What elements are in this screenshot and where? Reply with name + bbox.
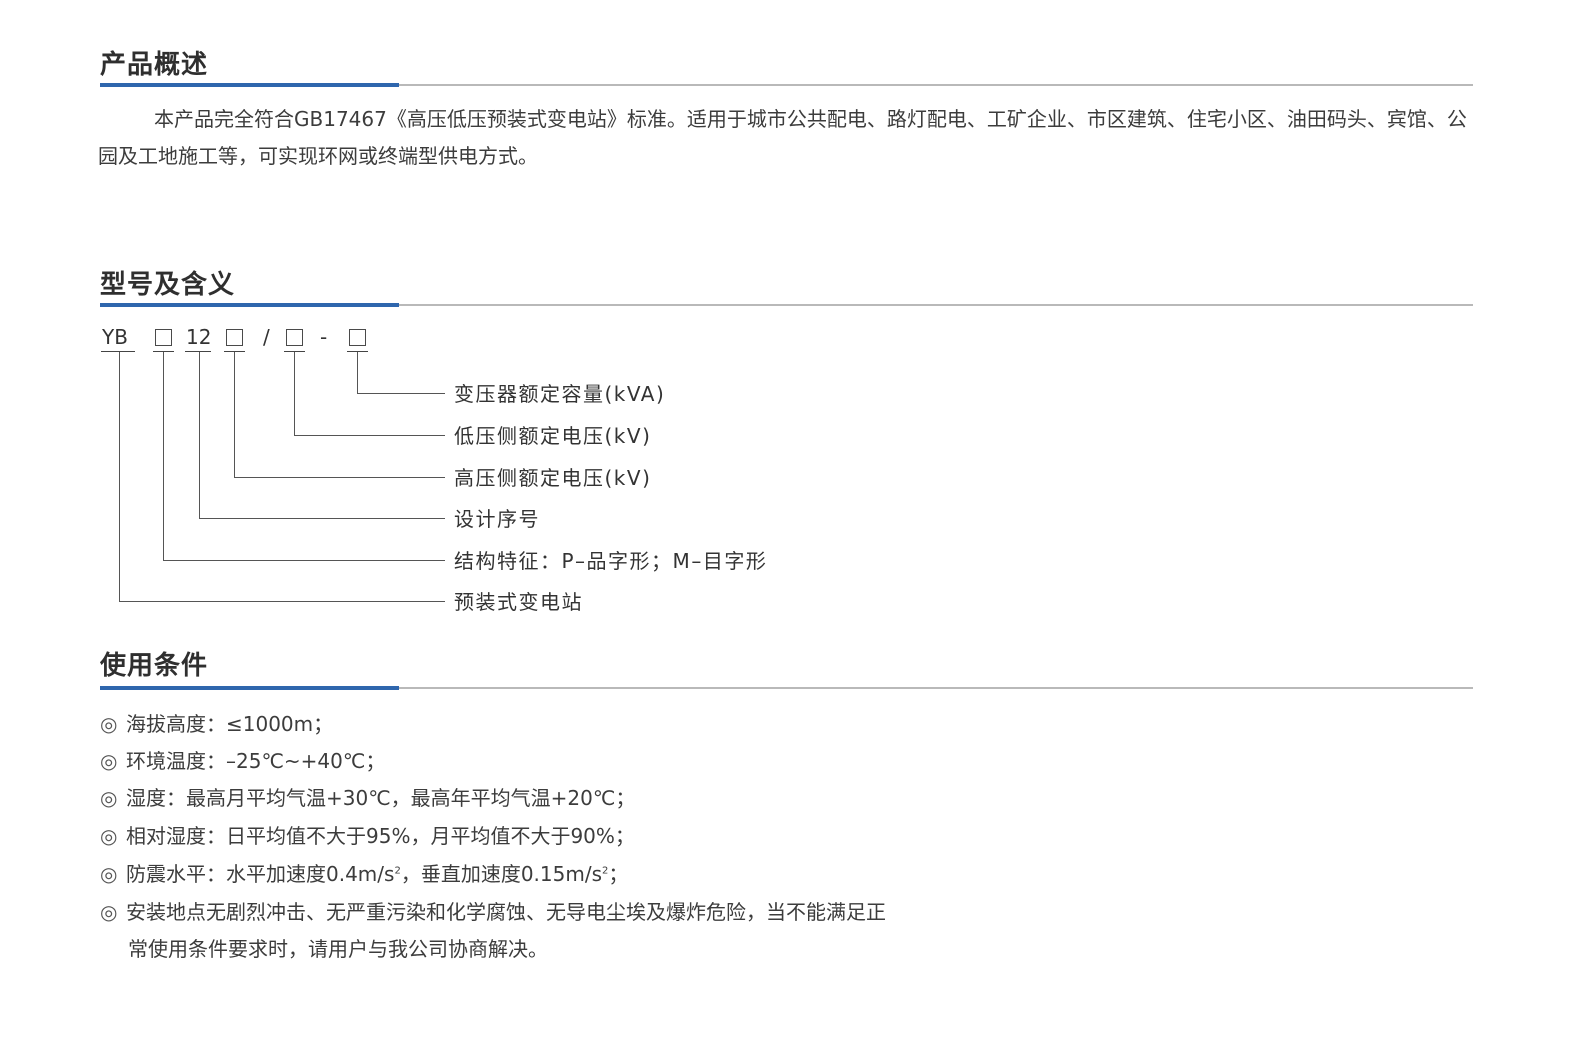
leader-line-number [199, 518, 445, 519]
condition-text: 环境温度：–25℃~+40℃； [126, 749, 386, 773]
underline-prefix [101, 351, 135, 352]
model-code-number: 12 [186, 325, 212, 349]
section-divider-conditions [100, 686, 1473, 690]
section-divider-overview [100, 83, 1473, 87]
meaning-lv-voltage: 低压侧额定电压(kV) [454, 424, 652, 448]
condition-seismic: ◎ 防震水平：水平加速度0.4m/s2，垂直加速度0.15m/s2； [100, 856, 628, 893]
bullet-icon: ◎ [100, 712, 118, 736]
section-divider-accent [100, 303, 399, 307]
section-divider-accent [100, 83, 399, 87]
condition-text: ，垂直加速度0.15m/s [400, 862, 602, 886]
bullet-icon: ◎ [100, 900, 118, 924]
model-code-slash: / [263, 325, 270, 349]
bullet-icon: ◎ [100, 862, 118, 886]
leader-line-hv [234, 477, 445, 478]
leader-line-hv [234, 352, 235, 477]
condition-text: 湿度：最高月平均气温+30℃，最高年平均气温+20℃； [126, 786, 636, 810]
meaning-prefab-substation: 预装式变电站 [454, 590, 583, 614]
leader-line-prefix [119, 352, 120, 601]
condition-text: 安装地点无剧烈冲击、无严重污染和化学腐蚀、无导电尘埃及爆炸危险，当不能满足正 [126, 900, 886, 924]
leader-line-lv [294, 352, 295, 435]
condition-text: ； [608, 862, 629, 886]
condition-altitude: ◎ 海拔高度：≤1000m； [100, 706, 333, 743]
bullet-icon: ◎ [100, 824, 118, 848]
placeholder-box-lv [286, 329, 303, 346]
condition-text: 海拔高度：≤1000m； [126, 712, 334, 736]
leader-line-lv [294, 435, 445, 436]
condition-text: 防震水平：水平加速度0.4m/s [126, 862, 395, 886]
condition-temperature: ◎ 湿度：最高月平均气温+30℃，最高年平均气温+20℃； [100, 780, 635, 817]
bullet-icon: ◎ [100, 786, 118, 810]
leader-line-capacity [357, 393, 445, 394]
condition-installation: ◎ 安装地点无剧烈冲击、无严重污染和化学腐蚀、无导电尘埃及爆炸危险，当不能满足正 [100, 894, 886, 931]
section-divider-model [100, 303, 1473, 307]
meaning-design-serial: 设计序号 [454, 507, 540, 531]
placeholder-box-structure [155, 329, 172, 346]
condition-humidity: ◎ 相对湿度：日平均值不大于95%，月平均值不大于90%； [100, 818, 635, 855]
overview-paragraph: 本产品完全符合GB17467《高压低压预装式变电站》标准。适用于城市公共配电、路… [98, 107, 1467, 168]
placeholder-box-capacity [349, 329, 366, 346]
section-title-model: 型号及含义 [100, 270, 236, 300]
leader-line-number [199, 352, 200, 518]
condition-installation-continued: 常使用条件要求时，请用户与我公司协商解决。 [128, 937, 548, 961]
leader-line-prefix [119, 601, 445, 602]
meaning-capacity: 变压器额定容量(kVA) [454, 382, 666, 406]
bullet-icon: ◎ [100, 749, 118, 773]
condition-text: 相对湿度：日平均值不大于95%，月平均值不大于90%； [126, 824, 635, 848]
meaning-structure: 结构特征：P–品字形；M–目字形 [454, 549, 768, 573]
leader-line-structure [163, 560, 445, 561]
section-title-conditions: 使用条件 [100, 651, 209, 681]
leader-line-capacity [357, 352, 358, 393]
condition-ambient-temp: ◎ 环境温度：–25℃~+40℃； [100, 743, 385, 780]
model-code-prefix: YB [102, 325, 128, 349]
leader-line-structure [163, 352, 164, 560]
model-code-dash: - [320, 325, 328, 349]
underline-number [185, 351, 211, 352]
section-divider-accent [100, 686, 399, 690]
placeholder-box-hv [226, 329, 243, 346]
section-title-overview: 产品概述 [100, 50, 209, 80]
meaning-hv-voltage: 高压侧额定电压(kV) [454, 466, 652, 490]
